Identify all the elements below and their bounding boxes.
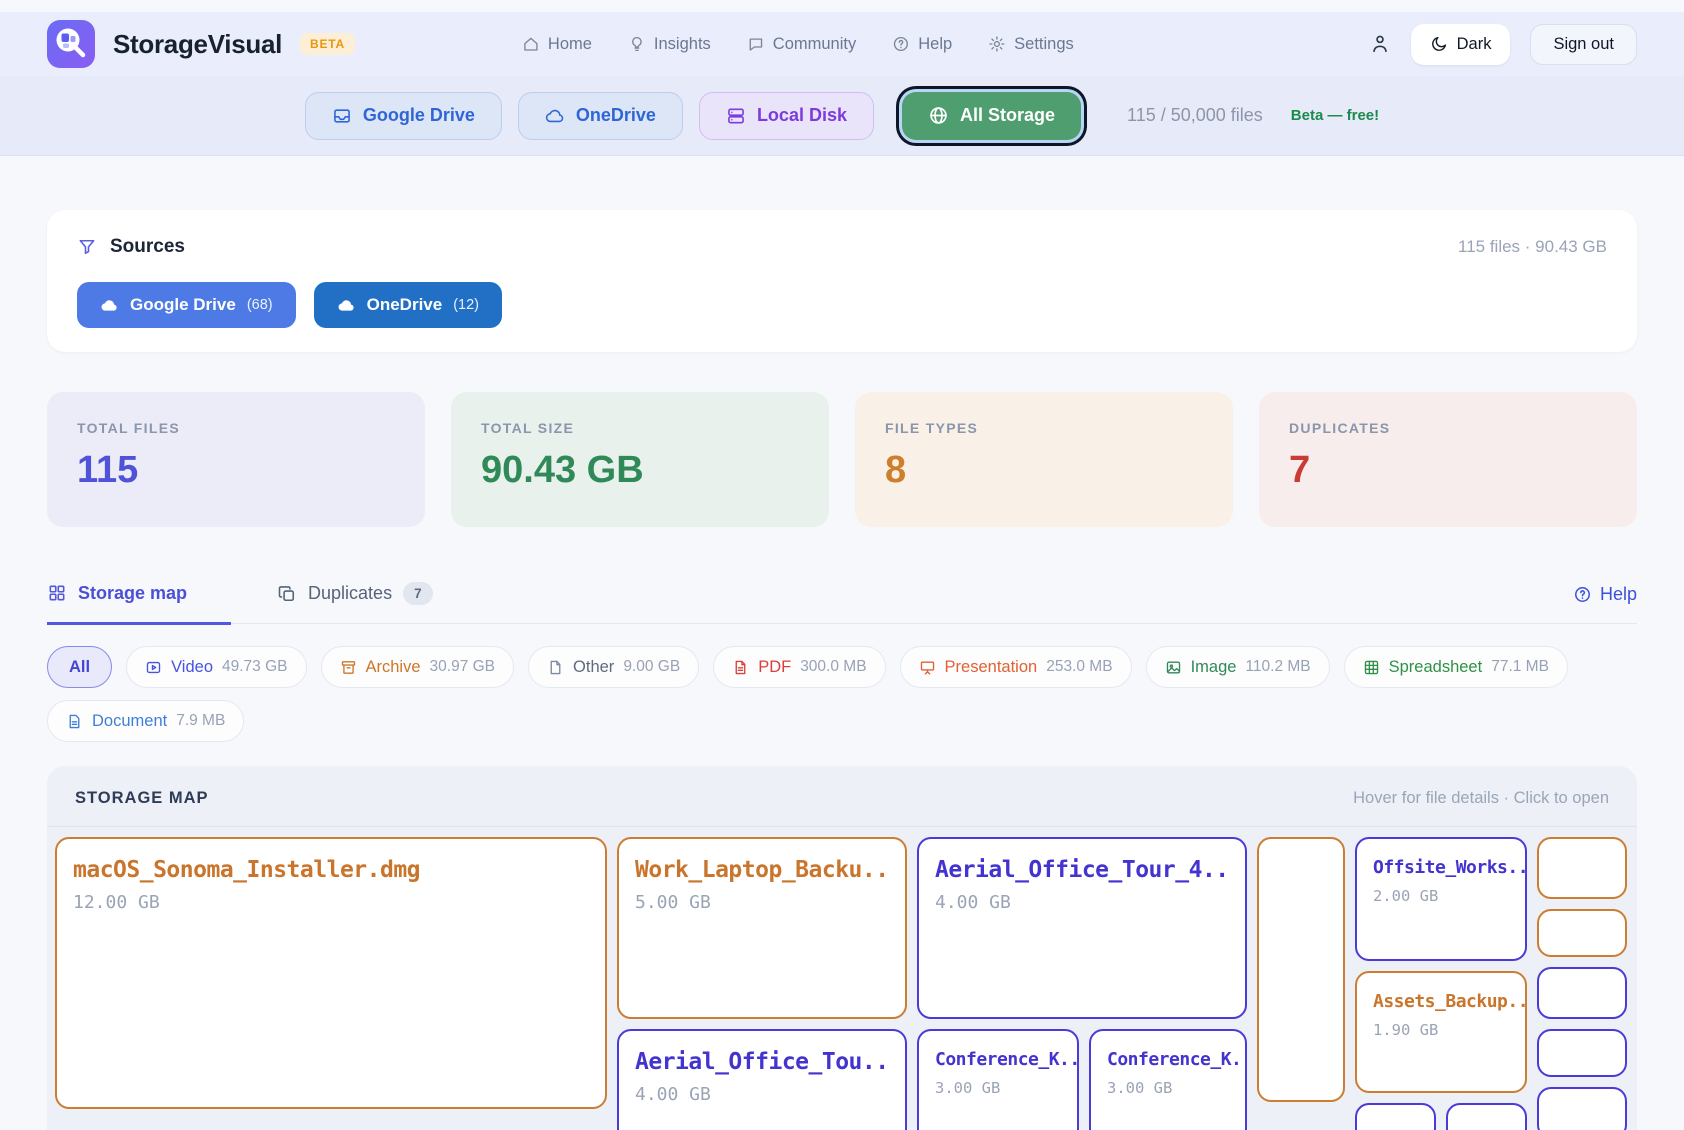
treemap-tile[interactable]: macOS_Sonoma_Installer.dmg 12.00 GB [55,837,607,1109]
lightbulb-icon [628,35,646,53]
filter-chip-spreadsheet[interactable]: Spreadsheet 77.1 MB [1343,646,1568,688]
help-link[interactable]: Help [1573,584,1637,623]
stat-card-file-types: FILE TYPES 8 [855,392,1233,527]
storage-map-header: STORAGE MAP Hover for file details · Cli… [47,766,1637,827]
source-button-local-disk[interactable]: Local Disk [698,91,874,140]
tab-storage-map[interactable]: Storage map [47,583,232,625]
spreadsheet-icon [1363,659,1380,676]
treemap-tile[interactable]: Offsite_Works.. 2.00 GB [1355,837,1527,961]
treemap-tile[interactable] [1257,837,1345,1102]
app-title: StorageVisual [113,28,283,59]
filter-chip-all[interactable]: All [47,646,113,688]
filter-chip-presentation[interactable]: Presentation 253.0 MB [899,646,1132,688]
gear-icon [988,35,1006,53]
file-text-icon [732,659,749,676]
app-logo-icon [47,20,95,68]
stat-card-total-files: TOTAL FILES 115 [47,392,425,527]
globe-icon [928,105,949,126]
plan-note: Beta — free! [1290,107,1380,124]
nav-item-community[interactable]: Community [747,35,856,54]
navbar-actions: Dark Sign out [1369,23,1637,65]
storage-map-title: STORAGE MAP [75,789,209,807]
sources-summary: 115 files · 90.43 GB [1458,237,1607,256]
source-chip-google-drive[interactable]: Google Drive (68) [77,282,296,328]
source-chip-onedrive[interactable]: OneDrive (12) [313,282,502,328]
treemap-tile[interactable]: Conference_K.. 3.00 GB [1089,1029,1247,1130]
quota-text: 115 / 50,000 files [1127,105,1263,125]
treemap-tile[interactable]: Conference_K.. 3.00 GB [917,1029,1079,1130]
cloud-icon [337,296,356,315]
archive-icon [340,659,357,676]
nav-item-home[interactable]: Home [522,35,592,54]
duplicates-count-badge: 7 [403,582,433,605]
main-nav: Home Insights Community Help Settings [522,12,1074,76]
filter-chip-video[interactable]: Video 49.73 GB [126,646,307,688]
storage-source-bar: Google Drive OneDrive Local Disk All Sto… [0,76,1684,156]
hard-disk-icon [726,106,746,126]
moon-icon [1430,35,1448,53]
document-icon [66,713,83,730]
sources-chip-row: Google Drive (68) OneDrive (12) [77,282,1607,328]
filter-chip-pdf[interactable]: PDF 300.0 MB [713,646,886,688]
stats-row: TOTAL FILES 115 TOTAL SIZE 90.43 GB FILE… [47,392,1637,527]
nav-item-settings[interactable]: Settings [988,35,1074,54]
help-circle-icon [1573,585,1592,604]
storage-map-panel: STORAGE MAP Hover for file details · Cli… [47,766,1637,1130]
tab-duplicates[interactable]: Duplicates 7 [277,582,433,623]
treemap-tile[interactable] [1537,967,1627,1019]
stat-value: 90.43 GB [481,449,644,491]
home-icon [522,35,540,53]
stat-card-total-size: TOTAL SIZE 90.43 GB [451,392,829,527]
nav-item-help[interactable]: Help [892,35,952,54]
navbar: StorageVisual BETA Home Insights Communi… [0,12,1684,76]
stat-value: 7 [1289,449,1311,491]
filter-chip-document[interactable]: Document 7.9 MB [47,700,245,742]
sources-panel: Sources 115 files · 90.43 GB Google Driv… [47,210,1637,352]
user-icon[interactable] [1369,33,1391,55]
sources-title: Sources [110,236,185,257]
video-icon [145,659,162,676]
treemap-tile[interactable] [1537,837,1627,899]
treemap-tile[interactable]: Aerial_Office_Tour_4.. 4.00 GB [917,837,1247,1019]
chat-icon [747,35,765,53]
source-button-all-storage[interactable]: All Storage [901,91,1082,140]
filter-chip-image[interactable]: Image 110.2 MB [1145,646,1330,688]
image-icon [1165,659,1182,676]
copy-icon [277,584,297,604]
drive-icon [332,106,352,126]
treemap-tile[interactable] [1537,1029,1627,1077]
storage-map-hint: Hover for file details · Click to open [1353,789,1609,807]
treemap-tile[interactable] [1446,1103,1527,1130]
sign-out-button[interactable]: Sign out [1530,23,1637,65]
stat-value: 115 [77,449,139,491]
treemap-tile[interactable] [1537,1087,1627,1130]
theme-toggle-button[interactable]: Dark [1410,23,1511,65]
source-button-google-drive[interactable]: Google Drive [304,91,502,140]
filter-chips: All Video 49.73 GB Archive 30.97 GB Othe… [47,646,1637,742]
brand: StorageVisual BETA [47,20,356,68]
stat-card-duplicates: DUPLICATES 7 [1259,392,1637,527]
funnel-icon [77,237,97,257]
grid-icon [47,583,67,603]
filter-chip-other[interactable]: Other 9.00 GB [528,646,700,688]
treemap-tile[interactable] [1537,909,1627,957]
nav-item-insights[interactable]: Insights [628,35,711,54]
treemap: macOS_Sonoma_Installer.dmg 12.00 GB Work… [55,837,1629,1130]
cloud-icon [100,296,119,315]
treemap-tile[interactable]: Assets_Backup.. 1.90 GB [1355,971,1527,1093]
main-content: Sources 115 files · 90.43 GB Google Driv… [0,210,1684,1130]
tabs-row: Storage map Duplicates 7 Help [47,582,1637,625]
treemap-tile[interactable]: Aerial_Office_Tou.. 4.00 GB [617,1029,907,1130]
filter-chip-archive[interactable]: Archive 30.97 GB [320,646,515,688]
source-button-onedrive[interactable]: OneDrive [517,91,683,140]
treemap-tile[interactable] [1355,1103,1436,1130]
file-icon [547,659,564,676]
sources-header: Sources 115 files · 90.43 GB [77,236,1607,258]
beta-badge: BETA [300,33,356,55]
cloud-icon [545,106,565,126]
treemap-tile[interactable]: Work_Laptop_Backu.. 5.00 GB [617,837,907,1019]
presentation-icon [919,659,936,676]
help-circle-icon [892,35,910,53]
stat-value: 8 [885,449,907,491]
